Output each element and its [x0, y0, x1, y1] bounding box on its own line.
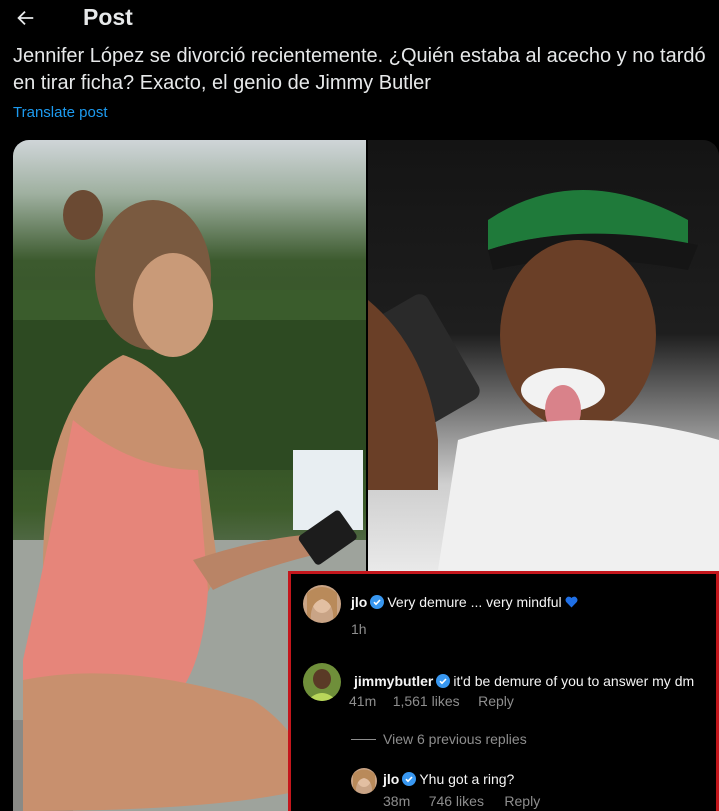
comment-3-text: Yhu got a ring?: [419, 771, 515, 787]
view-previous-replies: View 6 previous replies: [383, 731, 527, 747]
comment-1-text: Very demure ... very mindful: [387, 594, 562, 610]
avatar-jlo-small: [351, 768, 377, 794]
comment-1: jlo Very demure ... very mindful: [351, 594, 578, 612]
comment-3-time: 38m: [383, 793, 411, 809]
comment-3-meta: 38m 746 likes Reply: [383, 793, 540, 811]
avatar-jlo-small-image: [351, 768, 377, 794]
post-text: Jennifer López se divorció recientemente…: [13, 45, 706, 94]
comment-2-time: 41m: [349, 693, 377, 709]
comment-3-username: jlo: [383, 771, 400, 787]
top-bar: Post: [0, 0, 719, 36]
page-title: Post: [83, 4, 133, 30]
verified-badge-icon: [370, 595, 385, 609]
media-photo-right[interactable]: [368, 140, 719, 570]
back-button[interactable]: [10, 4, 40, 32]
comment-2-username: jimmybutler: [354, 673, 434, 689]
comment-1-username: jlo: [351, 594, 368, 610]
comment-1-time: 1h: [351, 621, 367, 637]
comment-2-text: it'd be demure of you to answer my dm: [453, 673, 695, 689]
translate-post-link[interactable]: Translate post: [13, 104, 108, 121]
comment-2: jimmybutler it'd be demure of you to answ…: [354, 673, 694, 691]
avatar-jimmybutler-image: [303, 663, 341, 701]
avatar-jimmybutler: [303, 663, 341, 701]
comments-screenshot: jlo Very demure ... very mindful 1h jimmy…: [288, 571, 719, 811]
view-replies-divider: [351, 739, 376, 740]
comment-3-likes: 746 likes: [428, 793, 484, 809]
blue-heart-icon: [565, 596, 578, 608]
arrow-left-icon: [17, 10, 34, 26]
comment-3: jlo Yhu got a ring?: [383, 771, 514, 789]
avatar-jlo: [303, 585, 341, 623]
verified-badge-icon: [402, 772, 417, 786]
avatar-jlo-image: [303, 585, 341, 623]
comment-2-likes: 1,561 likes: [392, 693, 460, 709]
photo-right-illustration: [368, 190, 719, 570]
comment-3-reply-button: Reply: [504, 793, 541, 809]
comment-2-reply-button: Reply: [478, 693, 514, 709]
verified-badge-icon: [436, 674, 451, 688]
comment-2-meta: 41m 1,561 likes Reply: [349, 693, 514, 711]
